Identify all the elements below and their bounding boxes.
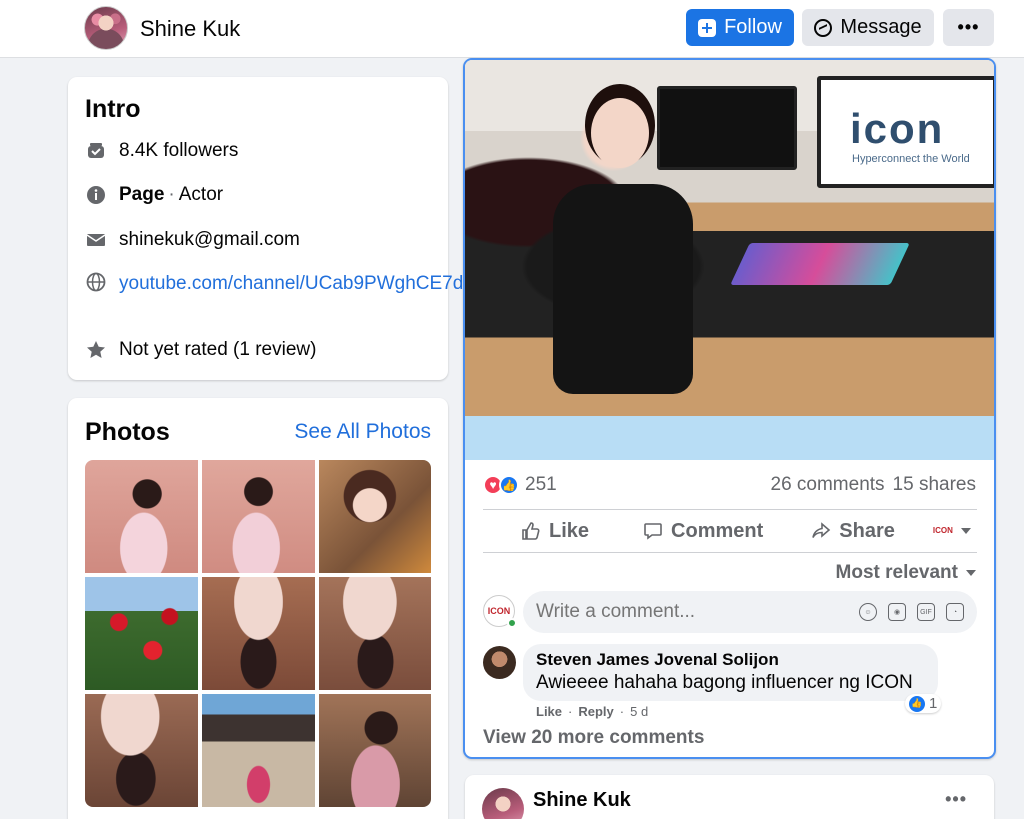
meta-separator: · [568,704,573,719]
rating-row: Not yet rated (1 review) [85,339,316,361]
sticker-icon[interactable]: ◔ [946,603,964,621]
comment-tools: ☺ ◉ GIF ◔ [859,603,964,621]
photo-thumbnail[interactable] [85,694,198,807]
rating-text: Not yet rated (1 review) [119,339,317,360]
camera-icon[interactable]: ◉ [888,603,906,621]
profile-name[interactable]: Shine Kuk [140,16,240,42]
photo-thumbnail[interactable] [85,460,198,573]
icon-fans-logo: ICON [932,526,953,535]
icon-logo: icon [850,105,945,152]
message-label: Message [840,16,922,38]
person-body [553,184,693,394]
info-icon [85,184,107,206]
like-label: Like [549,519,590,542]
photos-title: Photos [85,418,170,446]
comment-time[interactable]: 5 d [630,704,648,719]
photo-thumbnail[interactable] [85,577,198,690]
person [533,98,713,418]
followers-icon [85,140,107,162]
envelope-icon [85,229,107,251]
chevron-down-icon [960,528,971,534]
photo-thumbnail[interactable] [319,694,431,807]
photo-grid [85,460,431,807]
comments-count[interactable]: 26 comments [771,474,885,496]
comment-reply-link[interactable]: Reply [578,704,613,719]
thumbs-up-icon [522,522,540,540]
comment-text: Awieeee hahaha bagong influencer ng ICON [536,672,913,693]
comment-bubble: Steven James Jovenal Solijon Awieeee hah… [523,644,938,701]
photo-thumbnail[interactable] [202,694,315,807]
post-action-bar: Like Comment Share ICON [483,509,977,553]
share-label: Share [839,519,895,542]
post-author-avatar[interactable] [482,788,524,819]
comment-like-link[interactable]: Like [536,704,562,719]
email-row: shinekuk@gmail.com [85,229,300,251]
photo-thumbnail[interactable] [202,460,315,573]
more-options-button[interactable]: ••• [943,9,994,46]
meta-separator: · [619,704,625,719]
share-button[interactable]: Share [811,520,895,543]
message-button[interactable]: Message [802,9,934,46]
page-header: Shine Kuk Follow Message ••• [0,0,1024,58]
like-reaction-icon: 👍 [499,475,519,495]
speech-bubble-icon [644,523,662,540]
keyboard [730,243,910,285]
star-icon [85,339,107,361]
messenger-icon [814,18,833,37]
icon-tagline: Hyperconnect the World [852,153,970,165]
share-arrow-icon [812,522,831,538]
shares-count[interactable]: 15 shares [893,474,976,496]
sort-label: Most relevant [835,562,958,583]
email-text[interactable]: shinekuk@gmail.com [119,229,300,251]
view-more-comments-link[interactable]: View 20 more comments [483,727,704,749]
post-options-button[interactable]: ••• [945,789,967,810]
followers-text: 8.4K followers [119,140,239,161]
emoji-icon[interactable]: ☺ [859,603,877,621]
like-reaction-icon: 👍 [909,695,925,712]
comment-label: Comment [671,519,764,542]
chevron-down-icon [966,570,976,576]
like-button[interactable]: Like [521,520,589,543]
follow-button[interactable]: Follow [686,9,794,46]
next-post-card: Shine Kuk ••• [465,775,994,819]
online-status-dot [507,618,517,628]
post-card: icon Hyperconnect the World ♥ 👍 251 26 c… [463,58,996,759]
globe-icon [85,271,107,293]
page-category: Actor [178,184,224,205]
website-row: youtube.com/channel/UCab9PWghCE7dOoyCo1X… [85,271,594,296]
gif-icon[interactable]: GIF [917,603,935,621]
photo-thumbnail[interactable] [202,577,315,690]
website-link[interactable]: youtube.com/channel/UCab9PWghCE7dOoyCo1X… [119,271,594,296]
follow-label: Follow [724,16,782,38]
followers-row: 8.4K followers [85,140,238,162]
comment-sort-dropdown[interactable]: Most relevant [836,562,976,584]
post-photo[interactable]: icon Hyperconnect the World [465,60,994,416]
comment-reactions[interactable]: 👍 1 [905,694,942,713]
commenter-avatar[interactable] [483,646,516,679]
audience-selector[interactable]: ICON [933,524,971,538]
engagement-counts: 26 comments 15 shares [771,474,977,496]
comment-button[interactable]: Comment [643,520,763,543]
photo-thumbnail[interactable] [319,577,431,690]
intro-title: Intro [85,95,141,123]
comment-meta: Like · Reply · 5 d [536,704,648,719]
follow-icon [698,18,717,37]
page-label: Page [119,184,165,205]
post-author-name[interactable]: Shine Kuk [533,789,631,812]
photo-thumbnail[interactable] [319,460,431,573]
page-separator: · [168,184,175,205]
reaction-count: 251 [525,474,557,495]
see-all-photos-link[interactable]: See All Photos [294,420,431,444]
photos-card: Photos See All Photos [68,398,448,819]
comment-reaction-count: 1 [929,695,938,712]
profile-avatar[interactable] [84,6,128,50]
person-head [591,98,649,168]
comment-author[interactable]: Steven James Jovenal Solijon [536,650,925,670]
photo-background-band [465,416,994,460]
reactions-summary[interactable]: ♥ 👍 251 [483,474,557,496]
page-category-row: Page · Actor [85,184,223,206]
